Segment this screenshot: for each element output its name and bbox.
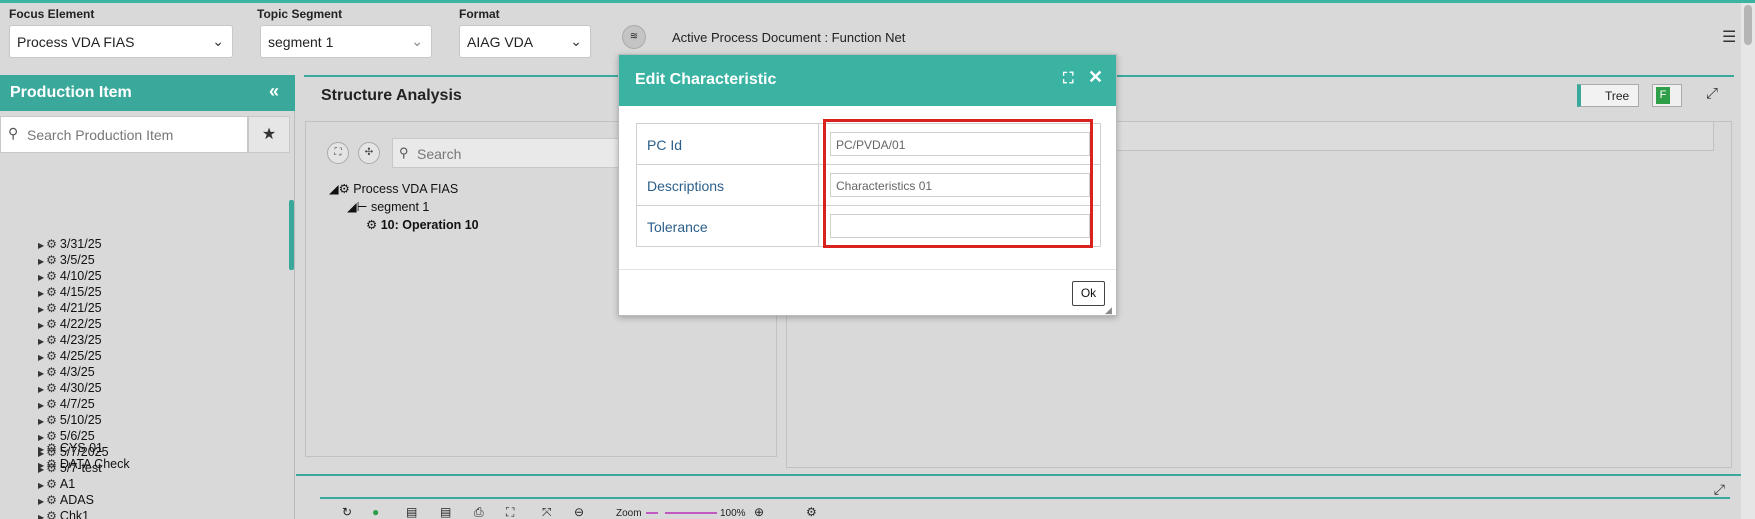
print-icon[interactable]: ⎙ (474, 505, 484, 519)
left-scrollbar-thumb[interactable] (289, 200, 294, 270)
tree-node-segment[interactable]: ◢⊢ segment 1 (347, 199, 429, 214)
format-group: Format (459, 7, 500, 23)
search-icon: ⚲ (8, 125, 19, 141)
star-icon: ★ (261, 126, 277, 143)
bottom-fullscreen-icon[interactable]: ⤢ (1714, 481, 1725, 498)
focus-element-group: Focus Element (9, 7, 94, 23)
chevron-down-icon: ⌄ (212, 33, 224, 49)
segment-icon: ◢⊢ (347, 200, 371, 214)
green-circle-icon[interactable]: ● (372, 505, 379, 519)
topic-segment-value: segment 1 (268, 34, 334, 50)
settings-gear-icon[interactable]: ⚙ (806, 505, 817, 519)
production-item-search-placeholder: Search Production Item (27, 127, 174, 143)
expand-arrow-icon[interactable]: ▶ (38, 461, 44, 470)
tree-node-label: Process VDA FIAS (353, 182, 459, 196)
page-scroll-thumb[interactable] (1744, 5, 1752, 45)
collapse-left-icon[interactable]: « (269, 81, 279, 102)
dialog-footer-divider (619, 269, 1116, 270)
export-icon[interactable]: ▤ (440, 505, 451, 519)
production-item-header: Production Item « (0, 75, 295, 111)
input-highlight-box (823, 119, 1093, 248)
expand-arrow-icon[interactable]: ▶ (38, 445, 44, 454)
chevron-down-icon: ⌄ (411, 33, 423, 49)
bottom-panel: ↻ ● ▤ ▤ ⎙ ⛶ ⤧ ⊖ Zoom 100% ⊕ ⚙ ⤢ (296, 474, 1741, 519)
structure-search-input[interactable]: ⚲ Search (392, 138, 652, 168)
format-select[interactable]: AIAG VDA ⌄ (459, 25, 591, 58)
zoom-label: Zoom (616, 508, 642, 519)
tree-toggle-button[interactable]: Tree (1577, 84, 1639, 107)
sliders-icon[interactable]: ☰ (1722, 27, 1736, 47)
gear-icon: ⚙ (46, 441, 57, 455)
fullscreen-icon[interactable]: ⤢ (1706, 85, 1718, 102)
focus-element-label: Focus Element (9, 7, 95, 21)
tree-node-label: 10: Operation 10 (380, 218, 479, 232)
zoom-slider-track-left[interactable] (646, 512, 658, 514)
structure-analysis-title: Structure Analysis (321, 87, 462, 104)
expand-all-button[interactable]: ⛶ (327, 142, 349, 164)
tree-node-root[interactable]: ◢⚙ Process VDA FIAS (329, 181, 458, 196)
format-label: Format (459, 7, 500, 21)
zoom-in-icon[interactable]: ⊕ (754, 505, 764, 519)
ok-button[interactable]: Ok (1072, 281, 1105, 306)
dialog-header: Edit Characteristic ⛶ ✕ (619, 55, 1116, 106)
topic-segment-select[interactable]: segment 1 ⌄ (260, 25, 432, 58)
production-item-panel: Production Item « ⚲ Search Production It… (0, 75, 295, 519)
layers-button[interactable]: ≋ (622, 25, 646, 49)
collapse-all-button[interactable]: ✣ (358, 142, 380, 164)
tolerance-label: Tolerance (637, 206, 819, 246)
chevron-down-icon: ⌄ (570, 33, 582, 49)
tree-item-label: CYS 01 (59, 441, 104, 455)
fullscreen-icon[interactable]: ⤧ (542, 505, 552, 519)
search-icon: ⚲ (399, 145, 409, 160)
dialog-title: Edit Characteristic (635, 71, 777, 88)
structure-search-placeholder: Search (417, 146, 462, 162)
maximize-icon[interactable]: ⛶ (1063, 70, 1074, 87)
gear-icon: ◢⚙ (329, 182, 354, 196)
page-scrollbar[interactable] (1741, 3, 1755, 519)
zoom-value: 100% (720, 508, 746, 519)
tree-item[interactable]: ▶ ⚙ DATA Check (38, 457, 130, 475)
production-item-title: Production Item (10, 84, 132, 101)
expand-icon: ⛶ (334, 147, 342, 158)
tree-node-operation[interactable]: ⚙ 10: Operation 10 (366, 217, 479, 232)
bottom-toolbar: ↻ ● ▤ ▤ ⎙ ⛶ ⤧ ⊖ Zoom 100% ⊕ ⚙ (320, 497, 1730, 519)
operation-icon: ⚙ (366, 218, 381, 232)
close-icon[interactable]: ✕ (1088, 67, 1103, 88)
topic-segment-label: Topic Segment (257, 7, 343, 21)
gear-icon: ⚙ (46, 457, 57, 471)
layers-icon: ≋ (629, 31, 639, 42)
tree-node-label: segment 1 (370, 200, 430, 214)
f-toggle-label: F (1656, 87, 1670, 104)
tree-item-label: DATA Check (59, 457, 130, 471)
favorite-star-button[interactable]: ★ (248, 116, 290, 153)
active-document-label: Active Process Document : Function Net (672, 30, 906, 45)
zoom-out-icon[interactable]: ⊖ (574, 505, 584, 519)
focus-element-value: Process VDA FIAS (17, 34, 135, 50)
pc-id-label: PC Id (637, 124, 819, 164)
format-value: AIAG VDA (467, 34, 534, 50)
resize-handle-icon[interactable]: ◢ (1105, 305, 1112, 316)
collapse-icon: ✣ (364, 147, 374, 158)
topic-segment-group: Topic Segment (257, 7, 342, 23)
fit-icon[interactable]: ⛶ (506, 505, 514, 519)
zoom-slider-track-right[interactable] (665, 512, 717, 514)
f-toggle-button[interactable]: F (1652, 84, 1682, 107)
refresh-icon[interactable]: ↻ (342, 505, 352, 519)
focus-element-select[interactable]: Process VDA FIAS ⌄ (9, 25, 233, 58)
production-item-search-input[interactable]: ⚲ Search Production Item (0, 116, 248, 153)
descriptions-label: Descriptions (637, 165, 819, 205)
tree-tail: ▶ ⚙ CYS 01 ▶ ⚙ DATA Check (0, 163, 290, 519)
document-icon[interactable]: ▤ (406, 505, 417, 519)
